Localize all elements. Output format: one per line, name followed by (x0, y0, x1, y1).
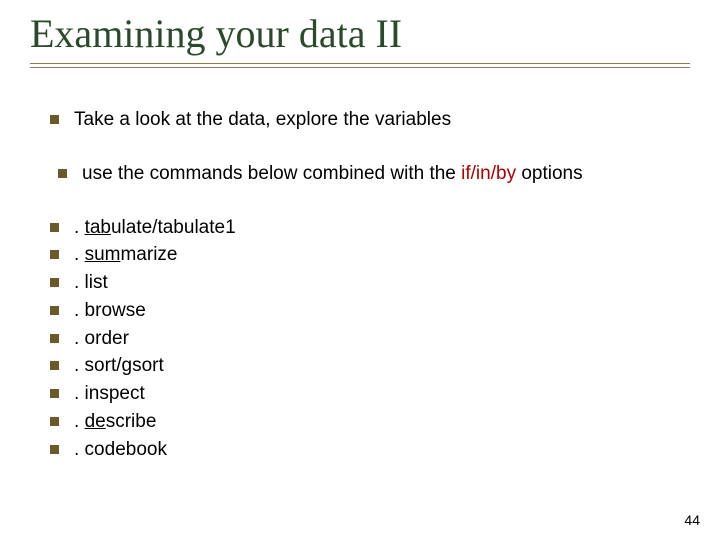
rule-top (30, 63, 690, 64)
bullet-cmd-describe: . describe (50, 410, 690, 434)
title-underline (30, 63, 690, 68)
slide-title: Examining your data II (30, 10, 690, 57)
bullet-text-post: options (516, 163, 583, 184)
bullet-text-pre: use the commands below combined with the (82, 163, 461, 184)
cmd-text: . codebook (74, 439, 167, 460)
cmd-prefix: . (74, 244, 85, 265)
bullet-text: Take a look at the data, explore the var… (74, 109, 451, 130)
bullet-text-highlight: if/in/by (461, 163, 516, 184)
bullet-cmd-browse: . browse (50, 299, 690, 323)
bullet-cmd-order: . order (50, 327, 690, 351)
page-number: 44 (684, 512, 700, 528)
bullet-list: Take a look at the data, explore the var… (30, 108, 690, 461)
cmd-text: . list (74, 272, 108, 293)
cmd-text: . sort/gsort (74, 355, 164, 376)
cmd-abbrev: tab (85, 217, 111, 238)
cmd-text: . inspect (74, 383, 145, 404)
bullet-cmd-summarize: . summarize (50, 243, 690, 267)
bullet-options: use the commands below combined with the… (58, 162, 690, 186)
cmd-rest: marize (120, 244, 177, 265)
bullet-cmd-codebook: . codebook (50, 438, 690, 462)
bullet-cmd-tabulate: . tabulate/tabulate1 (50, 216, 690, 240)
cmd-rest: scribe (106, 411, 157, 432)
cmd-prefix: . (74, 217, 85, 238)
cmd-text: . order (74, 328, 129, 349)
cmd-abbrev: de (85, 411, 106, 432)
bullet-cmd-list: . list (50, 271, 690, 295)
bullet-cmd-sort: . sort/gsort (50, 354, 690, 378)
cmd-text: . browse (74, 300, 146, 321)
bullet-intro: Take a look at the data, explore the var… (50, 108, 690, 132)
rule-bottom (30, 67, 690, 68)
cmd-rest: ulate/tabulate1 (111, 217, 236, 238)
cmd-abbrev: sum (85, 244, 121, 265)
slide: Examining your data II Take a look at th… (0, 0, 720, 540)
bullet-cmd-inspect: . inspect (50, 382, 690, 406)
cmd-prefix: . (74, 411, 85, 432)
